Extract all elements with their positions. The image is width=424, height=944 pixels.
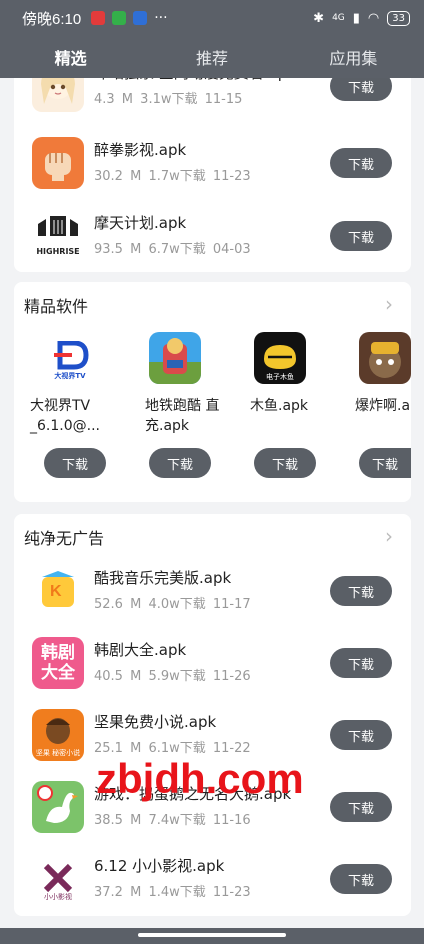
app-meta: 52.6 M 4.0w下载 11-17 <box>94 597 251 612</box>
list-item[interactable]: 韩剧大全 韩剧大全.apk 40.5 M 5.9w下载 11-26 下载 <box>14 627 411 699</box>
download-button[interactable]: 下载 <box>330 576 392 606</box>
korean-drama-icon: 韩剧大全 <box>32 637 84 689</box>
app-name: 酷我音乐完美版.apk <box>94 569 232 587</box>
app-notification-icon <box>91 11 106 25</box>
film-label: 小小影视 <box>44 893 72 901</box>
download-button[interactable]: 下载 <box>44 448 106 478</box>
list-item[interactable]: K 酷我音乐完美版.apk 52.6 M 4.0w下载 11-17 下载 <box>14 555 411 627</box>
nut-icon: 坚果 秘密小说 <box>32 709 84 761</box>
battery-icon: 33 <box>387 10 410 26</box>
section-title: 纯净无广告 <box>24 529 105 548</box>
tab-featured[interactable]: 精选 <box>0 45 141 69</box>
download-button[interactable]: 下载 <box>359 448 411 478</box>
navigation-bar <box>0 928 424 944</box>
grid-app-name: 地铁跑酷 直充.apk <box>145 398 220 434</box>
download-button[interactable]: 下载 <box>254 448 316 478</box>
top-app-list: 咔咕独家 全网动漫免费看.apk 4.3 M 3.1w下载 11-15 下载 醉… <box>14 50 411 272</box>
status-right: ✱ 4G ▮ ◠ 33 <box>313 10 410 26</box>
list-item[interactable]: HIGHRISE 摩天计划.apk 93.5 M 6.7w下载 04-03 下载 <box>14 200 411 272</box>
tab-bar: 精选 推荐 应用集 <box>0 36 424 78</box>
film-icon: 小小影视 <box>32 853 84 905</box>
bomb-icon <box>359 332 411 384</box>
app-name: 韩剧大全.apk <box>94 641 187 659</box>
app-header: 傍晚6:10 ··· ✱ 4G ▮ ◠ 33 精选 推荐 应用集 <box>0 0 424 78</box>
download-button[interactable]: 下载 <box>330 864 392 894</box>
highrise-icon: HIGHRISE <box>32 210 84 262</box>
grid-app-name: 大视界TV _6.1.0@... <box>30 398 100 434</box>
tab-collections[interactable]: 应用集 <box>283 45 424 69</box>
kuwo-icon: K <box>32 565 84 617</box>
notification-icons: ··· <box>91 10 168 26</box>
home-indicator[interactable] <box>138 933 286 937</box>
browser-icon <box>133 11 148 25</box>
network-label: 4G <box>332 13 345 23</box>
app-name: 坚果免费小说.apk <box>94 713 217 731</box>
app-meta: 37.2 M 1.4w下载 11-23 <box>94 885 251 900</box>
download-button[interactable]: 下载 <box>330 148 392 178</box>
watermark-text: zbjdh.com <box>96 755 304 802</box>
status-time: 傍晚6:10 <box>22 10 82 28</box>
kuwo-label: K <box>50 583 62 600</box>
list-item[interactable]: 小小影视 6.12 小小影视.apk 37.2 M 1.4w下载 11-23 下… <box>14 843 411 915</box>
fist-icon <box>32 137 84 189</box>
app-meta: 38.5 M 7.4w下载 11-16 <box>94 813 251 828</box>
tab-recommended[interactable]: 推荐 <box>141 45 282 69</box>
more-notifications-icon: ··· <box>154 10 168 26</box>
chevron-right-icon[interactable]: › <box>385 524 393 548</box>
tv-logo-icon: 大视界TV <box>44 332 96 384</box>
wifi-icon: ◠ <box>367 10 380 26</box>
list-item[interactable]: 醉拳影视.apk 30.2 M 1.7w下载 11-23 下载 <box>14 127 411 199</box>
status-bar: 傍晚6:10 ··· ✱ 4G ▮ ◠ 33 <box>0 0 424 36</box>
app-meta: 4.3 M 3.1w下载 11-15 <box>94 92 243 107</box>
download-button[interactable]: 下载 <box>330 720 392 750</box>
nut-label: 坚果 秘密小说 <box>35 749 81 757</box>
signal-icon: ▮ <box>352 10 360 26</box>
woodfish-icon: 电子木鱼 <box>254 332 306 384</box>
app-name: 6.12 小小影视.apk <box>94 857 225 875</box>
wechat-icon <box>112 11 127 25</box>
korean-drama-label: 韩剧大全 <box>41 643 75 683</box>
woodfish-label: 电子木鱼 <box>266 373 294 381</box>
adfree-section: 纯净无广告 › K 酷我音乐完美版.apk 52.6 M 4.0w下载 11-1… <box>14 514 411 916</box>
app-name: 摩天计划.apk <box>94 214 187 232</box>
app-meta: 25.1 M 6.1w下载 11-22 <box>94 741 251 756</box>
tv-logo-label: 大视界TV <box>54 372 86 380</box>
download-button[interactable]: 下载 <box>330 792 392 822</box>
download-button[interactable]: 下载 <box>149 448 211 478</box>
goose-icon <box>32 781 84 833</box>
app-meta: 40.5 M 5.9w下载 11-26 <box>94 669 251 684</box>
download-button[interactable]: 下载 <box>330 648 392 678</box>
app-name: 醉拳影视.apk <box>94 141 187 159</box>
featured-section: 精品软件 › 大视界TV 大视界TV _6.1.0@... 下载 地铁跑酷 直充… <box>14 282 411 502</box>
download-button[interactable]: 下载 <box>330 221 392 251</box>
chevron-right-icon[interactable]: › <box>385 292 393 316</box>
app-meta: 93.5 M 6.7w下载 04-03 <box>94 242 251 257</box>
highrise-label: HIGHRISE <box>36 247 80 256</box>
app-meta: 30.2 M 1.7w下载 11-23 <box>94 169 251 184</box>
grid-app-name: 木鱼.apk <box>250 398 309 414</box>
subway-icon <box>149 332 201 384</box>
grid-app-name: 爆炸啊.apk <box>355 398 411 414</box>
section-title: 精品软件 <box>24 297 89 316</box>
bluetooth-icon: ✱ <box>313 10 325 26</box>
